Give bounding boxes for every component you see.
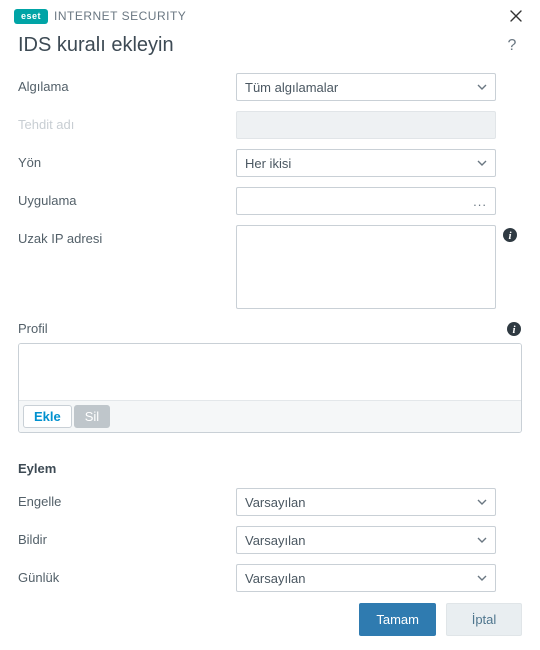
info-icon[interactable]: i — [506, 321, 522, 337]
threat-name-input — [236, 111, 496, 139]
delete-button: Sil — [74, 405, 110, 428]
cancel-button[interactable]: İptal — [446, 603, 522, 636]
titlebar: eset INTERNET SECURITY — [0, 0, 540, 30]
block-select[interactable]: Varsayılan — [236, 488, 496, 516]
detection-label: Algılama — [18, 73, 236, 94]
application-input[interactable]: ... — [236, 187, 496, 215]
chevron-down-icon — [477, 575, 487, 581]
help-icon[interactable]: ? — [502, 36, 522, 56]
direction-select[interactable]: Her ikisi — [236, 149, 496, 177]
ok-button[interactable]: Tamam — [359, 603, 436, 636]
notify-value: Varsayılan — [245, 533, 305, 548]
footer: Tamam İptal — [0, 591, 540, 650]
detection-select[interactable]: Tüm algılamalar — [236, 73, 496, 101]
profile-label: Profil — [18, 321, 506, 336]
remote-ip-label: Uzak IP adresi — [18, 225, 236, 246]
chevron-down-icon — [477, 499, 487, 505]
block-value: Varsayılan — [245, 495, 305, 510]
brand-product-name: INTERNET SECURITY — [54, 9, 186, 23]
chevron-down-icon — [477, 160, 487, 166]
log-label: Günlük — [18, 564, 236, 585]
close-icon[interactable] — [502, 4, 530, 28]
notify-select[interactable]: Varsayılan — [236, 526, 496, 554]
detection-value: Tüm algılamalar — [245, 80, 338, 95]
log-select[interactable]: Varsayılan — [236, 564, 496, 592]
add-button[interactable]: Ekle — [23, 405, 72, 428]
page-title: IDS kuralı ekleyin — [18, 34, 502, 57]
block-label: Engelle — [18, 488, 236, 509]
chevron-down-icon — [477, 84, 487, 90]
action-section-title: Eylem — [18, 461, 522, 476]
profile-list[interactable] — [19, 344, 521, 400]
info-icon[interactable]: i — [502, 227, 518, 243]
profile-box: Ekle Sil — [18, 343, 522, 433]
notify-label: Bildir — [18, 526, 236, 547]
direction-label: Yön — [18, 149, 236, 170]
browse-icon[interactable]: ... — [473, 194, 487, 209]
application-label: Uygulama — [18, 187, 236, 208]
remote-ip-textarea[interactable] — [236, 225, 496, 309]
direction-value: Her ikisi — [245, 156, 291, 171]
chevron-down-icon — [477, 537, 487, 543]
log-value: Varsayılan — [245, 571, 305, 586]
threat-name-label: Tehdit adı — [18, 111, 236, 132]
brand-logo: eset — [14, 9, 48, 24]
